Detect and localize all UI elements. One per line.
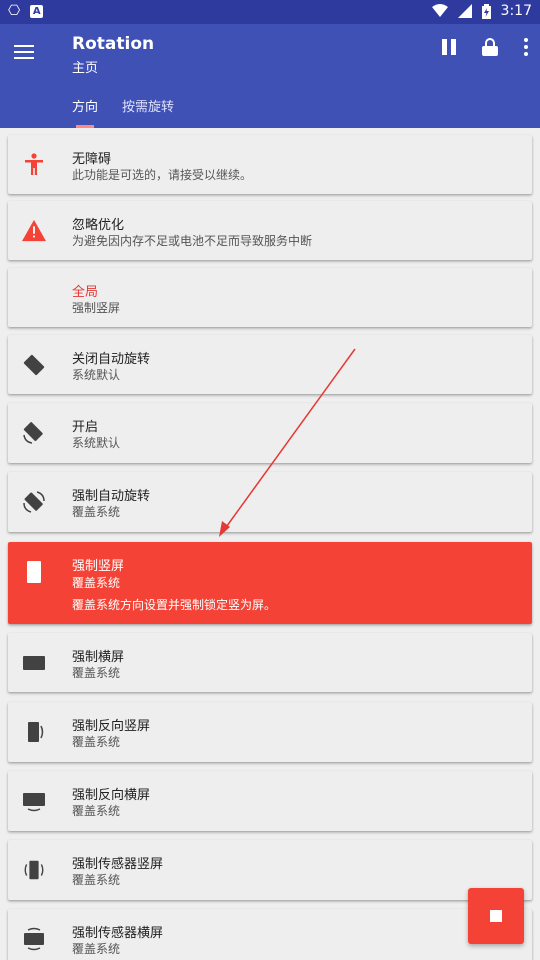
- warning-icon: [22, 219, 46, 243]
- item-title: 强制横屏: [72, 650, 125, 665]
- force-auto-rotate-icon: [22, 490, 46, 514]
- item-title: 无障碍: [72, 152, 112, 167]
- item-title: 强制反向竖屏: [72, 719, 151, 734]
- list-item-force-landscape[interactable]: 强制横屏 覆盖系统: [8, 633, 532, 692]
- rotate-on-icon: [22, 421, 46, 445]
- app-notification-icon: A: [30, 4, 44, 18]
- item-subtitle: 覆盖系统: [72, 735, 121, 749]
- item-title: 强制反向横屏: [72, 788, 151, 803]
- item-title: 强制传感器横屏: [72, 926, 164, 941]
- item-title: 强制传感器竖屏: [72, 857, 164, 872]
- app-title: Rotation: [72, 34, 155, 54]
- more-options-icon[interactable]: [524, 38, 528, 56]
- item-subtitle: 此功能是可选的，请接受以继续。: [72, 168, 253, 182]
- sensor-portrait-icon: [22, 858, 46, 882]
- item-subtitle: 覆盖系统: [72, 505, 121, 519]
- wifi-icon: [431, 4, 448, 17]
- list-item-global[interactable]: 全局 强制竖屏: [8, 268, 532, 327]
- tab-indicator: [76, 125, 94, 128]
- stop-icon: [490, 910, 502, 922]
- list-item-force-sensor-portrait[interactable]: 强制传感器竖屏 覆盖系统: [8, 840, 532, 900]
- item-title: 强制竖屏: [72, 559, 125, 574]
- list-item-ignore-optimization[interactable]: 忽略优化 为避免因内存不足或电池不足而导致服务中断: [8, 201, 532, 260]
- menu-icon[interactable]: [14, 38, 42, 66]
- item-subtitle: 覆盖系统: [72, 873, 121, 887]
- rotate-off-icon: [22, 353, 46, 377]
- item-subtitle: 为避免因内存不足或电池不足而导致服务中断: [72, 234, 313, 248]
- list-item-force-reverse-portrait[interactable]: 强制反向竖屏 覆盖系统: [8, 702, 532, 762]
- item-title: 关闭自动旋转: [72, 352, 151, 367]
- signal-icon: [457, 4, 472, 18]
- item-subtitle: 覆盖系统: [72, 942, 121, 956]
- item-title: 强制自动旋转: [72, 489, 151, 504]
- app-bar: Rotation 主页 方向 按需旋转: [0, 24, 540, 128]
- list-item-auto-rotate-on[interactable]: 开启 系统默认: [8, 403, 532, 463]
- list-item-accessibility[interactable]: 无障碍 此功能是可选的，请接受以继续。: [8, 135, 532, 194]
- list-item-force-reverse-landscape[interactable]: 强制反向横屏 覆盖系统: [8, 771, 532, 831]
- item-title: 忽略优化: [72, 218, 125, 233]
- item-detail: 覆盖系统方向设置并强制锁定竖为屏。: [72, 598, 277, 612]
- portrait-icon: [22, 560, 46, 584]
- item-subtitle: 强制竖屏: [72, 301, 121, 315]
- notification-icon: ⎔: [8, 3, 21, 19]
- tab-orientation[interactable]: 方向: [72, 96, 98, 115]
- reverse-landscape-icon: [22, 789, 46, 813]
- list-item-force-sensor-landscape[interactable]: 强制传感器横屏 覆盖系统: [8, 909, 532, 960]
- battery-icon: [481, 3, 491, 19]
- tab-on-demand-rotation[interactable]: 按需旋转: [122, 96, 174, 115]
- stop-service-button[interactable]: [468, 888, 524, 944]
- list-item-force-portrait[interactable]: 强制竖屏 覆盖系统 覆盖系统方向设置并强制锁定竖为屏。: [8, 542, 532, 624]
- reverse-portrait-icon: [22, 720, 46, 744]
- list-item-force-auto-rotate[interactable]: 强制自动旋转 覆盖系统: [8, 472, 532, 532]
- accessibility-icon: [22, 152, 46, 177]
- item-subtitle: 覆盖系统: [72, 804, 121, 818]
- item-title: 开启: [72, 420, 99, 435]
- item-subtitle: 覆盖系统: [72, 666, 121, 680]
- landscape-icon: [22, 651, 46, 675]
- pause-icon[interactable]: [442, 39, 456, 55]
- list-item-auto-rotate-off[interactable]: 关闭自动旋转 系统默认: [8, 335, 532, 394]
- item-title: 全局: [72, 285, 99, 300]
- app-subtitle: 主页: [72, 61, 99, 76]
- item-subtitle: 覆盖系统: [72, 576, 121, 590]
- status-time: 3:17: [500, 3, 532, 19]
- item-subtitle: 系统默认: [72, 436, 121, 450]
- sensor-landscape-icon: [22, 927, 46, 951]
- item-subtitle: 系统默认: [72, 368, 121, 382]
- status-bar: ⎔ A 3:17: [0, 0, 540, 24]
- lock-icon[interactable]: [482, 38, 498, 56]
